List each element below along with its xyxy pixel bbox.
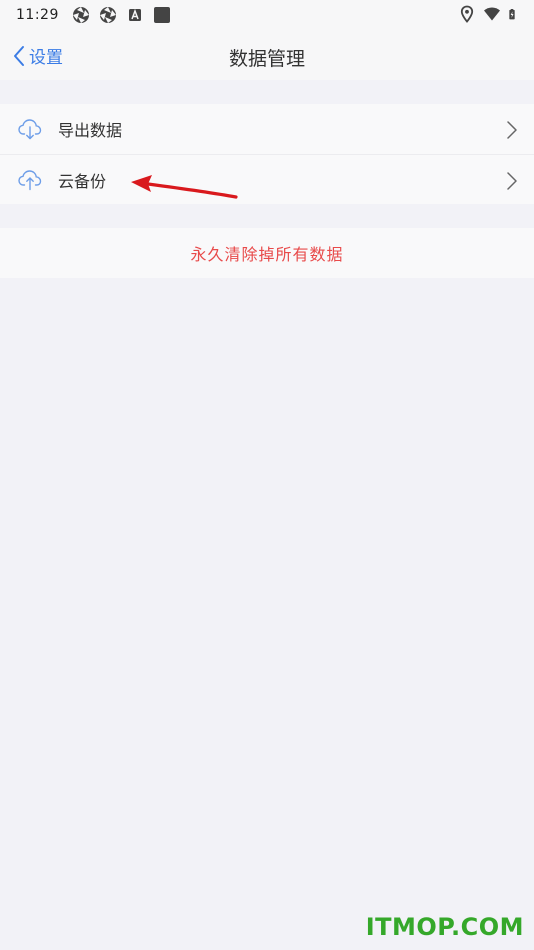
aperture-icon bbox=[72, 7, 89, 23]
square-icon bbox=[153, 7, 170, 23]
battery-charging-icon bbox=[509, 9, 515, 20]
danger-group: 永久清除掉所有数据 bbox=[0, 228, 534, 278]
watermark: ITMOP.COM bbox=[365, 913, 524, 941]
export-data-label: 导出数据 bbox=[58, 121, 123, 140]
status-bar: 11:29 bbox=[0, 0, 534, 30]
location-pin-icon bbox=[460, 5, 474, 23]
export-data-row[interactable]: 导出数据 bbox=[0, 104, 534, 154]
screen: 11:29 设置 数据管理 导出数据 云备份 永久清除掉所有数据 ITMOP.C… bbox=[0, 0, 534, 950]
page-title: 数据管理 bbox=[228, 48, 305, 70]
data-options-group: 导出数据 云备份 bbox=[0, 104, 534, 204]
cloud-download-icon bbox=[18, 119, 42, 140]
nav-bar: 设置 数据管理 bbox=[0, 30, 534, 80]
chevron-right-icon bbox=[507, 121, 517, 139]
clear-all-data-button[interactable]: 永久清除掉所有数据 bbox=[0, 228, 534, 278]
status-left-icons bbox=[72, 6, 171, 24]
cloud-upload-icon bbox=[18, 169, 42, 190]
wifi-icon bbox=[484, 7, 500, 21]
chevron-right-icon bbox=[507, 172, 517, 190]
clear-all-data-label: 永久清除掉所有数据 bbox=[190, 245, 344, 264]
status-right-icons bbox=[458, 5, 520, 23]
a-badge-icon bbox=[128, 8, 141, 21]
annotation-arrow-icon bbox=[131, 175, 238, 199]
cloud-backup-row[interactable]: 云备份 bbox=[0, 154, 534, 204]
cloud-backup-label: 云备份 bbox=[58, 171, 107, 191]
aperture-icon bbox=[99, 7, 116, 23]
status-time: 11:29 bbox=[16, 7, 59, 23]
